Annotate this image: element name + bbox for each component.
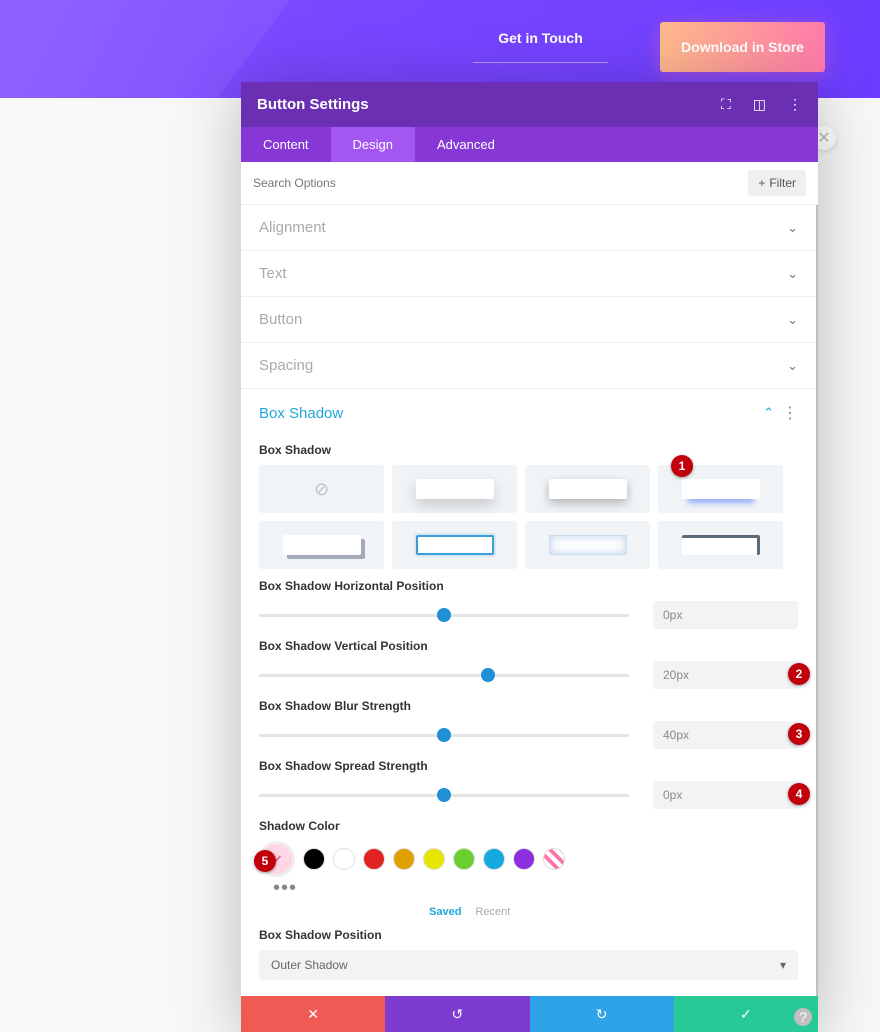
chevron-up-icon: ⌃ xyxy=(763,405,774,421)
slider-vertical[interactable] xyxy=(259,666,629,684)
panel-title: Button Settings xyxy=(257,96,369,113)
snap-icon[interactable]: ⛶ xyxy=(721,96,731,113)
shadow-position-label: Box Shadow Position xyxy=(259,928,798,942)
accordion-box-shadow[interactable]: Box Shadow ⌃ ⋮ xyxy=(241,389,816,429)
slider-vertical-value[interactable] xyxy=(653,661,798,689)
accordion-label: Spacing xyxy=(259,357,313,374)
shadow-color-row: 5 xyxy=(259,841,798,877)
color-swatch[interactable] xyxy=(303,848,325,870)
panel-body: Alignment ⌄ Text ⌄ Button ⌄ Spacing ⌄ Bo… xyxy=(241,205,818,996)
annotation-badge-1: 1 xyxy=(671,455,693,477)
accordion-label: Box Shadow xyxy=(259,405,343,422)
download-cta-button[interactable]: Download in Store xyxy=(660,22,825,72)
accordion-spacing[interactable]: Spacing ⌄ xyxy=(241,343,816,389)
color-swatch[interactable] xyxy=(363,848,385,870)
slider-horizontal-label: Box Shadow Horizontal Position xyxy=(259,579,798,593)
close-icon: ✕ xyxy=(817,128,830,148)
slider-blur-row: 3 xyxy=(259,721,798,749)
slider-horizontal-value[interactable] xyxy=(653,601,798,629)
select-caret-icon: ▾ xyxy=(780,958,786,972)
slider-blur-value[interactable] xyxy=(653,721,798,749)
settings-tabs: Content Design Advanced xyxy=(241,127,818,162)
shadow-preset-none[interactable] xyxy=(259,465,384,513)
redo-button[interactable]: ↻ xyxy=(530,996,674,1032)
box-shadow-group-label: Box Shadow xyxy=(259,443,798,457)
annotation-badge-3: 3 xyxy=(788,723,810,745)
tab-advanced[interactable]: Advanced xyxy=(415,127,517,162)
button-settings-panel: Button Settings ⛶ ◫ ⋮ Content Design Adv… xyxy=(241,82,818,1032)
shadow-presets: 1 xyxy=(259,465,798,569)
accordion-label: Text xyxy=(259,265,287,282)
close-icon: ✕ xyxy=(307,1006,319,1023)
color-tab-recent[interactable]: Recent xyxy=(475,906,510,918)
expand-icon[interactable]: ◫ xyxy=(753,96,766,113)
shadow-preset-8[interactable] xyxy=(658,521,783,569)
filter-label: Filter xyxy=(769,176,796,190)
undo-icon: ↺ xyxy=(452,1006,464,1023)
shadow-preset-7[interactable] xyxy=(525,521,650,569)
color-swatch[interactable] xyxy=(393,848,415,870)
color-swatch[interactable] xyxy=(453,848,475,870)
accordion-text[interactable]: Text ⌄ xyxy=(241,251,816,297)
color-swatch[interactable] xyxy=(483,848,505,870)
slider-horizontal[interactable] xyxy=(259,606,629,624)
shadow-color-label: Shadow Color xyxy=(259,819,798,833)
slider-horizontal-row xyxy=(259,601,798,629)
shadow-preset-6[interactable] xyxy=(392,521,517,569)
color-tab-saved[interactable]: Saved xyxy=(429,906,461,918)
panel-footer: ✕ ↺ ↻ ✓ ? xyxy=(241,996,818,1032)
slider-spread-value[interactable] xyxy=(653,781,798,809)
chevron-down-icon: ⌄ xyxy=(787,266,798,282)
redo-icon: ↻ xyxy=(596,1006,608,1023)
panel-header: Button Settings ⛶ ◫ ⋮ xyxy=(241,82,818,127)
filter-button[interactable]: + Filter xyxy=(748,170,806,196)
color-swatch-striped[interactable] xyxy=(543,848,565,870)
chevron-down-icon: ⌄ xyxy=(787,220,798,236)
annotation-badge-4: 4 xyxy=(788,783,810,805)
help-icon[interactable]: ? xyxy=(794,1008,812,1026)
shadow-preset-3[interactable] xyxy=(525,465,650,513)
annotation-badge-5: 5 xyxy=(254,850,276,872)
slider-spread-row: 4 xyxy=(259,781,798,809)
color-picker-swatch[interactable]: 5 xyxy=(259,841,295,877)
chevron-down-icon: ⌄ xyxy=(787,312,798,328)
undo-button[interactable]: ↺ xyxy=(385,996,529,1032)
color-swatch[interactable] xyxy=(513,848,535,870)
color-swatch[interactable] xyxy=(423,848,445,870)
section-kebab-icon[interactable]: ⋮ xyxy=(782,403,798,423)
slider-spread[interactable] xyxy=(259,786,629,804)
accordion-label: Alignment xyxy=(259,219,326,236)
slider-blur[interactable] xyxy=(259,726,629,744)
tab-design[interactable]: Design xyxy=(331,127,415,162)
slider-blur-label: Box Shadow Blur Strength xyxy=(259,699,798,713)
accordion-alignment[interactable]: Alignment ⌄ xyxy=(241,205,816,251)
tab-content[interactable]: Content xyxy=(241,127,331,162)
annotation-badge-2: 2 xyxy=(788,663,810,685)
get-in-touch-link[interactable]: Get in Touch xyxy=(473,30,608,63)
more-colors-icon[interactable]: ••• xyxy=(273,877,798,900)
check-icon: ✓ xyxy=(740,1006,752,1023)
shadow-position-select[interactable]: Outer Shadow ▾ xyxy=(259,950,798,980)
shadow-position-value: Outer Shadow xyxy=(271,958,348,972)
slider-spread-label: Box Shadow Spread Strength xyxy=(259,759,798,773)
chevron-down-icon: ⌄ xyxy=(787,358,798,374)
search-row: + Filter xyxy=(241,162,818,205)
color-tabs: Saved Recent xyxy=(429,906,798,918)
plus-icon: + xyxy=(758,176,765,190)
box-shadow-section: Box Shadow 1 Box Shadow Horizontal Posit… xyxy=(241,429,816,996)
accordion-button[interactable]: Button ⌄ xyxy=(241,297,816,343)
slider-vertical-label: Box Shadow Vertical Position xyxy=(259,639,798,653)
search-input[interactable] xyxy=(253,176,748,190)
color-swatch[interactable] xyxy=(333,848,355,870)
cancel-button[interactable]: ✕ xyxy=(241,996,385,1032)
accordion-label: Button xyxy=(259,311,302,328)
shadow-preset-2[interactable] xyxy=(392,465,517,513)
shadow-preset-5[interactable] xyxy=(259,521,384,569)
menu-kebab-icon[interactable]: ⋮ xyxy=(788,96,802,113)
slider-vertical-row: 2 xyxy=(259,661,798,689)
